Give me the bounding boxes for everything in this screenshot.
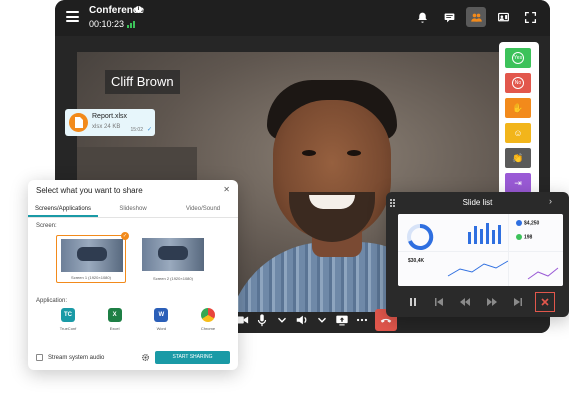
tab-slideshow[interactable]: Slideshow [98,202,168,217]
slide-playback-controls [398,292,563,312]
kpi-value: 198 [516,234,532,240]
fast-forward-icon[interactable] [483,294,501,310]
share-screen-icon[interactable] [335,309,349,331]
yes-icon[interactable]: Yes [505,48,531,68]
more-icon[interactable] [355,309,369,331]
checkmark-icon: ✓ [121,232,129,240]
fullscreen-icon[interactable] [520,7,540,27]
chat-icon[interactable] [439,7,459,27]
screen-share-icon[interactable] [493,7,513,27]
call-timer: 00:10:23 [89,19,125,29]
application-label: Application: [36,298,68,304]
chevron-down-icon[interactable] [315,309,329,331]
no-icon[interactable]: No [505,73,531,93]
kpi-value: $30,4K [408,258,425,264]
slide-list-panel: Slide list › $4,250 198 $30,4K [386,192,569,317]
gear-icon[interactable] [141,353,150,362]
document-icon [69,113,88,132]
chevron-right-icon[interactable]: › [549,196,561,208]
slide-list-header: Slide list › [386,192,569,212]
start-sharing-button[interactable]: START SHARING [155,351,230,364]
stream-audio-option: Stream system audio [36,354,104,361]
word-icon: W [154,308,169,322]
reactions-panel: Yes No ✋ ☺ 👏 ⇥ [499,42,539,208]
smile-icon[interactable]: ☺ [505,123,531,143]
screen-label: Screen: [36,223,57,229]
bell-icon[interactable] [412,7,432,27]
screen-option-2[interactable]: Screen 2 (1920×1080) [138,235,208,283]
close-icon[interactable]: ✕ [223,185,230,194]
app-option-excel[interactable]: X Excel [95,308,135,331]
call-controls [235,308,397,332]
app-option-trueconf[interactable]: TC TrueConf [48,308,88,331]
pause-icon[interactable] [404,294,422,310]
top-toolbar [412,7,540,27]
app-label: TrueConf [59,326,77,331]
clap-icon[interactable]: 👏 [505,148,531,168]
chrome-icon [200,308,215,322]
close-slides-button[interactable] [534,292,555,312]
chevron-down-icon[interactable] [275,309,289,331]
skip-back-icon[interactable] [430,294,448,310]
stream-audio-label: Stream system audio [48,354,105,361]
checkmark-icon: ✓ [146,127,152,133]
share-dialog: Select what you want to share ✕ Screens/… [28,180,238,370]
info-icon[interactable]: i [135,6,142,13]
excel-icon: X [107,308,122,322]
slide-list-title: Slide list [462,198,493,207]
tab-screens-applications[interactable]: Screens/Applications [28,202,98,217]
share-dialog-title: Select what you want to share [36,186,143,195]
tab-video-sound[interactable]: Video/Sound [168,202,238,217]
screen-caption: Screen 1 (1920×1080) [71,275,111,280]
skip-forward-icon[interactable] [509,294,527,310]
top-bar: Conference i 00:10:23 [55,0,550,36]
speaker-icon[interactable] [295,309,309,331]
participant-name-tag: Cliff Brown [105,70,180,94]
file-size: xlsx 24 KB [92,124,121,130]
application-list: TC TrueConf X Excel W Word Chrome [48,308,228,331]
app-option-word[interactable]: W Word [141,308,181,331]
microphone-icon[interactable] [255,309,269,331]
slide-preview[interactable]: $4,250 198 $30,4K [398,214,563,286]
kpi-value: $4,250 [516,220,539,226]
app-label: Chrome [200,326,216,331]
share-tabs: Screens/Applications Slideshow Video/Sou… [28,202,238,218]
leave-icon[interactable]: ⇥ [505,173,531,193]
app-option-chrome[interactable]: Chrome [188,308,228,331]
signal-icon [127,20,135,28]
file-name: Report.xlsx [92,113,128,120]
raise-hand-icon[interactable]: ✋ [505,98,531,118]
rewind-icon[interactable] [456,294,474,310]
stream-audio-checkbox[interactable] [36,354,43,361]
trueconf-icon: TC [61,308,75,322]
file-message[interactable]: Report.xlsx xlsx 24 KB 15:02 ✓ [65,109,155,136]
app-label: Excel [109,326,120,331]
screen-option-1[interactable]: Screen 1 (1920×1080) ✓ [56,232,129,283]
app-label: Word [156,326,167,331]
file-time: 15:02 [130,127,143,133]
screen-caption: Screen 2 (1920×1080) [153,276,193,281]
participants-icon[interactable] [466,7,486,27]
hamburger-icon[interactable] [66,11,79,22]
